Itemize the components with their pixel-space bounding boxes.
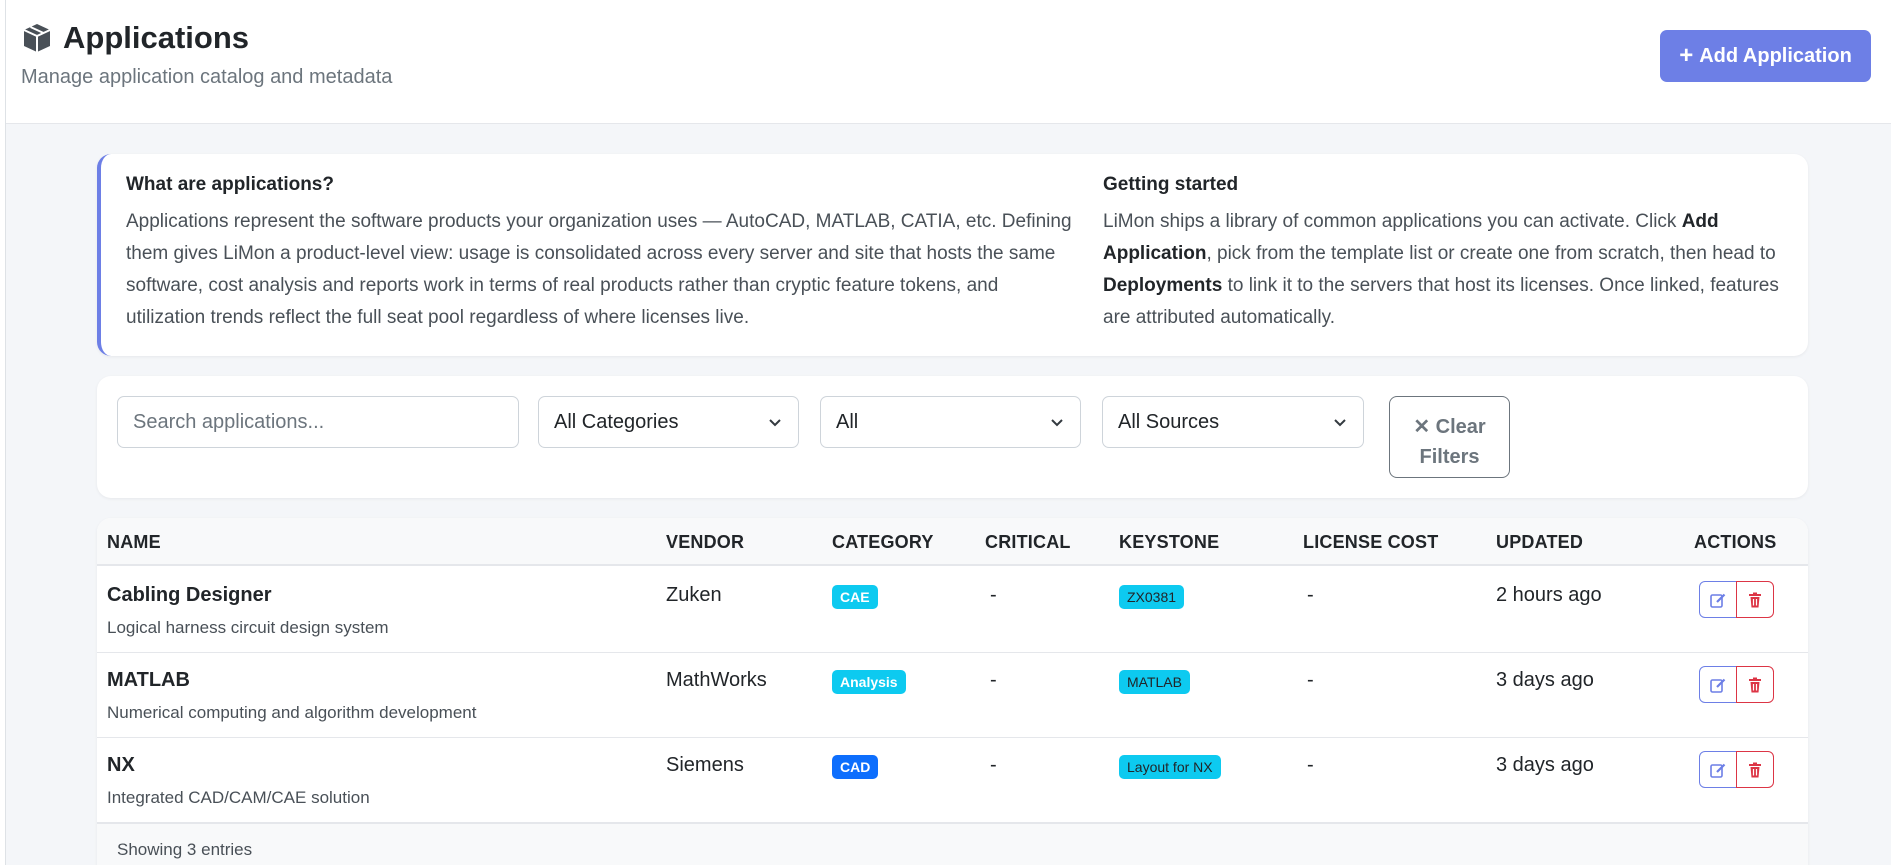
clear-filters-label-2: Filters: [1419, 446, 1480, 468]
add-application-button[interactable]: + Add Application: [1660, 30, 1871, 82]
column-header-updated[interactable]: UPDATED: [1496, 532, 1583, 553]
gs-text-1: LiMon ships a library of common applicat…: [1103, 211, 1682, 232]
column-header-vendor[interactable]: VENDOR: [666, 532, 744, 553]
gs-bold-deployments: Deployments: [1103, 275, 1223, 296]
delete-button[interactable]: [1736, 666, 1774, 703]
clear-filters-label-1: ✕ Clear: [1413, 416, 1486, 438]
keystone-badge: Layout for NX: [1119, 755, 1221, 779]
trash-icon: [1749, 762, 1761, 777]
critical-select[interactable]: All: [820, 396, 1081, 448]
category-select-value: All Categories: [554, 410, 679, 433]
row-vendor: MathWorks: [666, 669, 767, 691]
table-row[interactable]: MATLAB Numerical computing and algorithm…: [97, 653, 1808, 738]
table-row[interactable]: Cabling Designer Logical harness circuit…: [97, 568, 1808, 653]
column-header-license-cost[interactable]: LICENSE COST: [1303, 532, 1438, 553]
edit-button[interactable]: [1699, 666, 1737, 703]
column-header-keystone[interactable]: KEYSTONE: [1119, 532, 1219, 553]
trash-icon: [1749, 592, 1761, 607]
column-header-critical[interactable]: CRITICAL: [985, 532, 1071, 553]
row-actions: [1699, 581, 1774, 618]
page-header: Applications Manage application catalog …: [6, 0, 1891, 124]
edit-icon: [1710, 678, 1726, 693]
info-getting-started-heading: Getting started: [1103, 174, 1239, 195]
add-application-label: Add Application: [1699, 44, 1852, 67]
row-actions: [1699, 751, 1774, 788]
row-name[interactable]: NX: [107, 754, 135, 777]
row-updated: 3 days ago: [1496, 754, 1594, 776]
plus-icon: +: [1679, 42, 1694, 69]
category-badge: CAE: [832, 585, 878, 609]
delete-button[interactable]: [1736, 751, 1774, 788]
trash-icon: [1749, 677, 1761, 692]
edit-button[interactable]: [1699, 751, 1737, 788]
column-header-name[interactable]: NAME: [107, 532, 161, 553]
category-badge: CAD: [832, 755, 879, 779]
chevron-down-icon: [1051, 419, 1063, 427]
edit-icon: [1710, 593, 1726, 608]
entries-count: Showing 3 entries: [117, 840, 253, 859]
table-row[interactable]: NX Integrated CAD/CAM/CAE solution Sieme…: [97, 738, 1808, 823]
column-header-category[interactable]: CATEGORY: [832, 532, 934, 553]
table-header: NAME VENDOR CATEGORY CRITICAL KEYSTONE L…: [97, 518, 1808, 566]
column-header-actions: ACTIONS: [1694, 532, 1777, 552]
chevron-down-icon: [769, 419, 781, 427]
box-icon: [23, 24, 51, 52]
row-name[interactable]: Cabling Designer: [107, 584, 271, 607]
row-license-cost: -: [1307, 584, 1314, 606]
title-row: Applications: [21, 20, 249, 56]
row-vendor: Siemens: [666, 754, 744, 776]
category-select[interactable]: All Categories: [538, 396, 799, 448]
row-vendor: Zuken: [666, 584, 722, 606]
source-select-value: All Sources: [1118, 410, 1220, 433]
app-frame: Applications Manage application catalog …: [5, 0, 1891, 865]
info-what-heading: What are applications?: [126, 174, 334, 195]
page-subtitle: Manage application catalog and metadata: [21, 66, 393, 88]
row-critical: -: [990, 754, 997, 776]
chevron-down-icon: [1334, 419, 1346, 427]
edit-button[interactable]: [1699, 581, 1737, 618]
info-what-section: What are applications? Applications repr…: [126, 174, 1076, 334]
edit-icon: [1710, 763, 1726, 778]
category-badge: Analysis: [832, 670, 906, 694]
page-title: Applications: [63, 20, 250, 55]
filter-bar: All Categories All All Sources ✕ Clear F…: [97, 376, 1808, 498]
critical-select-value: All: [836, 410, 859, 433]
info-card: What are applications? Applications repr…: [97, 154, 1808, 356]
clear-filters-button[interactable]: ✕ Clear Filters: [1389, 396, 1510, 478]
row-updated: 2 hours ago: [1496, 584, 1602, 606]
row-name[interactable]: MATLAB: [107, 669, 190, 692]
applications-table: NAME VENDOR CATEGORY CRITICAL KEYSTONE L…: [97, 518, 1808, 865]
source-select[interactable]: All Sources: [1102, 396, 1364, 448]
info-what-body: Applications represent the software prod…: [126, 211, 1072, 328]
search-input[interactable]: [117, 396, 519, 448]
gs-text-2: , pick from the template list or create …: [1206, 243, 1776, 264]
keystone-badge: MATLAB: [1119, 670, 1190, 694]
row-critical: -: [990, 584, 997, 606]
info-getting-started-section: Getting started LiMon ships a library of…: [1103, 174, 1783, 334]
row-critical: -: [990, 669, 997, 691]
row-actions: [1699, 666, 1774, 703]
row-description: Logical harness circuit design system: [107, 618, 389, 637]
info-getting-started-body: LiMon ships a library of common applicat…: [1103, 206, 1783, 334]
table-footer: Showing 3 entries: [97, 823, 1808, 865]
row-description: Numerical computing and algorithm develo…: [107, 703, 477, 722]
keystone-badge: ZX0381: [1119, 585, 1185, 609]
row-license-cost: -: [1307, 754, 1314, 776]
row-updated: 3 days ago: [1496, 669, 1594, 691]
row-description: Integrated CAD/CAM/CAE solution: [107, 788, 370, 807]
row-license-cost: -: [1307, 669, 1314, 691]
delete-button[interactable]: [1736, 581, 1774, 618]
